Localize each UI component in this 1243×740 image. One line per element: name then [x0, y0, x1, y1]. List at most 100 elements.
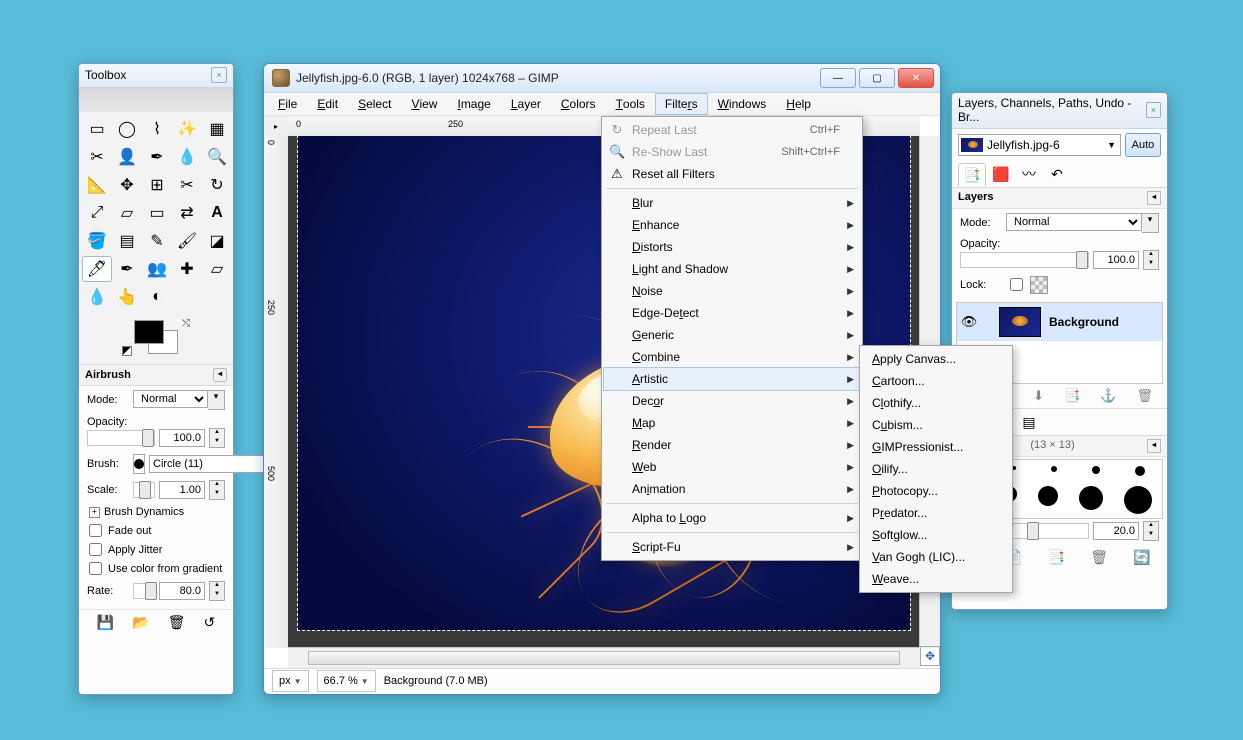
- menu-view[interactable]: View: [401, 93, 447, 115]
- artistic-item-predator-[interactable]: Predator...: [862, 502, 1010, 524]
- artistic-item-cubism-[interactable]: Cubism...: [862, 414, 1010, 436]
- artistic-item-van-gogh-lic-[interactable]: Van Gogh (LIC)...: [862, 546, 1010, 568]
- duplicate-brush-icon[interactable]: 📑: [1048, 549, 1065, 566]
- filters-item-distorts[interactable]: Distorts▶: [604, 236, 860, 258]
- filters-item-blur[interactable]: Blur▶: [604, 192, 860, 214]
- menu-image[interactable]: Image: [447, 93, 500, 115]
- filters-item-combine[interactable]: Combine▶: [604, 346, 860, 368]
- tool-pencil[interactable]: ✎: [142, 228, 172, 254]
- tab-layers[interactable]: 📑: [958, 163, 986, 187]
- reset-colors-icon[interactable]: [122, 346, 132, 356]
- tool-crop[interactable]: ✂: [172, 172, 202, 198]
- tool-free-select[interactable]: ⌇: [142, 116, 172, 142]
- filters-item-generic[interactable]: Generic▶: [604, 324, 860, 346]
- menu-file[interactable]: File: [268, 93, 307, 115]
- tool-ellipse-select[interactable]: ◯: [112, 116, 142, 142]
- tool-flip[interactable]: ⇄: [172, 200, 202, 226]
- duplicate-layer-icon[interactable]: 📑: [1064, 388, 1080, 404]
- ruler-origin[interactable]: ▸: [264, 116, 289, 137]
- gradient-checkbox[interactable]: Use color from gradient: [87, 562, 225, 575]
- artistic-item-photocopy-[interactable]: Photocopy...: [862, 480, 1010, 502]
- scale-spinner[interactable]: ▲▼: [209, 480, 225, 500]
- tool-ink[interactable]: ✒: [112, 256, 142, 282]
- artistic-item-weave-[interactable]: Weave...: [862, 568, 1010, 590]
- tool-paintbrush[interactable]: 🖌: [172, 228, 202, 254]
- rate-spinner[interactable]: ▲▼: [209, 581, 225, 601]
- tool-perspective-clone[interactable]: ▱: [202, 256, 232, 282]
- tool-airbrush[interactable]: 🖊: [82, 256, 112, 282]
- rate-value[interactable]: [159, 582, 205, 600]
- zoom-selector[interactable]: 66.7 %▼: [317, 670, 376, 692]
- artistic-item-cartoon-[interactable]: Cartoon...: [862, 370, 1010, 392]
- maximize-button[interactable]: ▢: [859, 68, 895, 88]
- tab-channels[interactable]: 🟥: [988, 163, 1014, 185]
- minimize-button[interactable]: —: [820, 68, 856, 88]
- tool-align[interactable]: ⊞: [142, 172, 172, 198]
- mode-list-button[interactable]: ▾: [208, 390, 225, 410]
- spacing-value[interactable]: [1093, 522, 1139, 540]
- jitter-checkbox[interactable]: Apply Jitter: [87, 543, 225, 556]
- lower-layer-icon[interactable]: ⬇: [1033, 388, 1044, 404]
- filters-item-render[interactable]: Render▶: [604, 434, 860, 456]
- scale-value[interactable]: [159, 481, 205, 499]
- layer-opacity-spinner[interactable]: ▲▼: [1143, 250, 1159, 270]
- filters-item-artistic[interactable]: Artistic▶: [604, 368, 860, 390]
- mode-select[interactable]: Normal: [133, 390, 208, 408]
- ruler-vertical[interactable]: 0 250 500: [264, 136, 289, 648]
- delete-brush-icon[interactable]: 🗑: [1090, 549, 1108, 566]
- filters-item-enhance[interactable]: Enhance▶: [604, 214, 860, 236]
- tool-heal[interactable]: ✚: [172, 256, 202, 282]
- close-button[interactable]: ✕: [898, 68, 934, 88]
- tab-gradients[interactable]: ▤: [1016, 411, 1042, 433]
- tool-eraser[interactable]: ◪: [202, 228, 232, 254]
- tool-scissors[interactable]: ✂: [82, 144, 112, 170]
- save-options-icon[interactable]: 💾: [97, 614, 114, 631]
- layer-opacity-value[interactable]: [1093, 251, 1139, 269]
- rate-slider[interactable]: [133, 583, 155, 599]
- anchor-layer-icon[interactable]: ⚓: [1100, 388, 1116, 404]
- reset-options-icon[interactable]: ↺: [203, 614, 215, 631]
- tool-measure[interactable]: 📐: [82, 172, 112, 198]
- brush-dynamics-expander[interactable]: +Brush Dynamics: [87, 506, 225, 518]
- window-titlebar[interactable]: Jellyfish.jpg-6.0 (RGB, 1 layer) 1024x76…: [264, 64, 940, 93]
- menu-tools[interactable]: Tools: [606, 93, 655, 115]
- brushes-menu-icon[interactable]: ◂: [1147, 439, 1161, 453]
- filters-item-light-and-shadow[interactable]: Light and Shadow▶: [604, 258, 860, 280]
- tool-move[interactable]: ✥: [112, 172, 142, 198]
- filters-item-noise[interactable]: Noise▶: [604, 280, 860, 302]
- filters-item-map[interactable]: Map▶: [604, 412, 860, 434]
- tool-shear[interactable]: ▱: [112, 200, 142, 226]
- tool-scale[interactable]: ⤢: [82, 200, 112, 226]
- tool-blend[interactable]: ▤: [112, 228, 142, 254]
- tool-color-picker[interactable]: 💧: [172, 144, 202, 170]
- layer-name[interactable]: Background: [1041, 315, 1119, 329]
- horizontal-scrollbar[interactable]: [288, 647, 920, 668]
- delete-options-icon[interactable]: 🗑: [168, 614, 186, 631]
- menu-help[interactable]: Help: [776, 93, 821, 115]
- filters-item-reset-all-filters[interactable]: ⚠Reset all Filters: [604, 163, 860, 185]
- artistic-item-gimpressionist-[interactable]: GIMPressionist...: [862, 436, 1010, 458]
- nav-preview-icon[interactable]: ✥: [920, 646, 940, 666]
- tool-perspective[interactable]: ▭: [142, 200, 172, 226]
- filters-item-web[interactable]: Web▶: [604, 456, 860, 478]
- tool-options-menu-icon[interactable]: ◂: [213, 368, 227, 382]
- artistic-item-clothify-[interactable]: Clothify...: [862, 392, 1010, 414]
- layer-mode-list-button[interactable]: ▾: [1142, 213, 1159, 233]
- spacing-slider[interactable]: [1012, 523, 1089, 539]
- artistic-item-apply-canvas-[interactable]: Apply Canvas...: [862, 348, 1010, 370]
- tool-text[interactable]: A: [202, 200, 232, 226]
- image-selector[interactable]: Jellyfish.jpg-6 ▼: [958, 134, 1121, 156]
- tool-bucket-fill[interactable]: 🪣: [82, 228, 112, 254]
- tool-by-color-select[interactable]: ▦: [202, 116, 232, 142]
- menu-edit[interactable]: Edit: [307, 93, 348, 115]
- auto-button[interactable]: Auto: [1125, 133, 1161, 157]
- refresh-brushes-icon[interactable]: 🔄: [1133, 549, 1150, 566]
- tab-undo[interactable]: ↶: [1044, 163, 1070, 185]
- opacity-slider[interactable]: [87, 430, 155, 446]
- filters-item-edge-detect[interactable]: Edge-Detect▶: [604, 302, 860, 324]
- opacity-spinner[interactable]: ▲▼: [209, 428, 225, 448]
- delete-layer-icon[interactable]: 🗑: [1136, 388, 1153, 404]
- menu-colors[interactable]: Colors: [551, 93, 606, 115]
- layer-row-background[interactable]: 👁 Background: [957, 303, 1162, 341]
- layers-close-icon[interactable]: ×: [1146, 102, 1161, 118]
